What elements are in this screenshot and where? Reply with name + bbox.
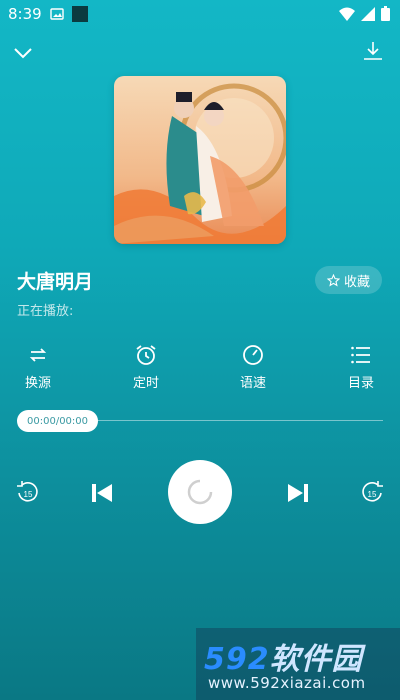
action-speed[interactable]: 语速	[223, 344, 283, 391]
status-bar: 8:39	[0, 0, 400, 28]
progress-thumb[interactable]: 00:00/00:00	[17, 410, 99, 432]
next-button[interactable]	[284, 478, 312, 508]
switch-source-icon	[29, 348, 47, 362]
watermark-text: 软件园	[269, 642, 363, 677]
forward-15-button[interactable]: 15	[358, 480, 386, 506]
status-time: 8:39	[8, 5, 42, 23]
status-right-icons	[339, 6, 390, 25]
speed-dial-icon	[243, 345, 263, 365]
cellular-icon	[361, 6, 375, 25]
action-timer[interactable]: 定时	[116, 344, 176, 391]
skip-previous-icon	[92, 484, 112, 502]
track-title: 大唐明月	[17, 271, 94, 293]
loading-spinner-icon	[187, 479, 213, 505]
battery-icon	[381, 6, 390, 25]
action-catalog[interactable]: 目录	[331, 344, 391, 391]
watermark-url: www.592xiazai.com	[208, 674, 366, 692]
collapse-button[interactable]	[10, 40, 36, 66]
forward-seconds: 15	[368, 490, 377, 499]
list-icon	[351, 346, 370, 364]
watermark-digits: 592	[204, 642, 270, 677]
star-outline-icon	[326, 273, 340, 286]
watermark-logo: 592软件园	[204, 634, 363, 678]
square-app-icon	[72, 6, 88, 26]
action-label: 目录	[347, 376, 374, 391]
image-icon	[50, 6, 64, 26]
wifi-icon	[339, 6, 355, 25]
download-icon	[364, 42, 382, 60]
favorite-button[interactable]: 收藏	[314, 266, 382, 294]
forward-15-icon: 15	[362, 481, 383, 502]
rewind-15-button[interactable]: 15	[14, 480, 42, 506]
download-button[interactable]	[360, 38, 386, 64]
action-switch-source[interactable]: 换源	[8, 344, 68, 391]
player-top-bar	[0, 36, 400, 70]
skip-next-icon	[288, 484, 308, 502]
playback-status: 正在播放:	[17, 304, 74, 319]
playback-controls: 15 15	[0, 460, 400, 524]
action-label: 定时	[132, 376, 159, 391]
previous-button[interactable]	[88, 478, 116, 508]
rewind-seconds: 15	[24, 490, 33, 499]
play-pause-button[interactable]	[168, 460, 232, 524]
action-row: 换源 定时 语速 目录	[0, 344, 400, 394]
status-left-icons	[50, 6, 88, 26]
favorite-label: 收藏	[343, 274, 370, 290]
progress-bar[interactable]: 00:00/00:00	[17, 410, 383, 432]
action-label: 语速	[239, 376, 266, 391]
chevron-down-icon	[14, 48, 32, 59]
album-cover	[114, 76, 286, 244]
rewind-15-icon: 15	[17, 481, 38, 502]
alarm-clock-icon	[136, 345, 156, 365]
action-label: 换源	[24, 376, 51, 391]
watermark: 592软件园 www.592xiazai.com	[196, 628, 400, 700]
